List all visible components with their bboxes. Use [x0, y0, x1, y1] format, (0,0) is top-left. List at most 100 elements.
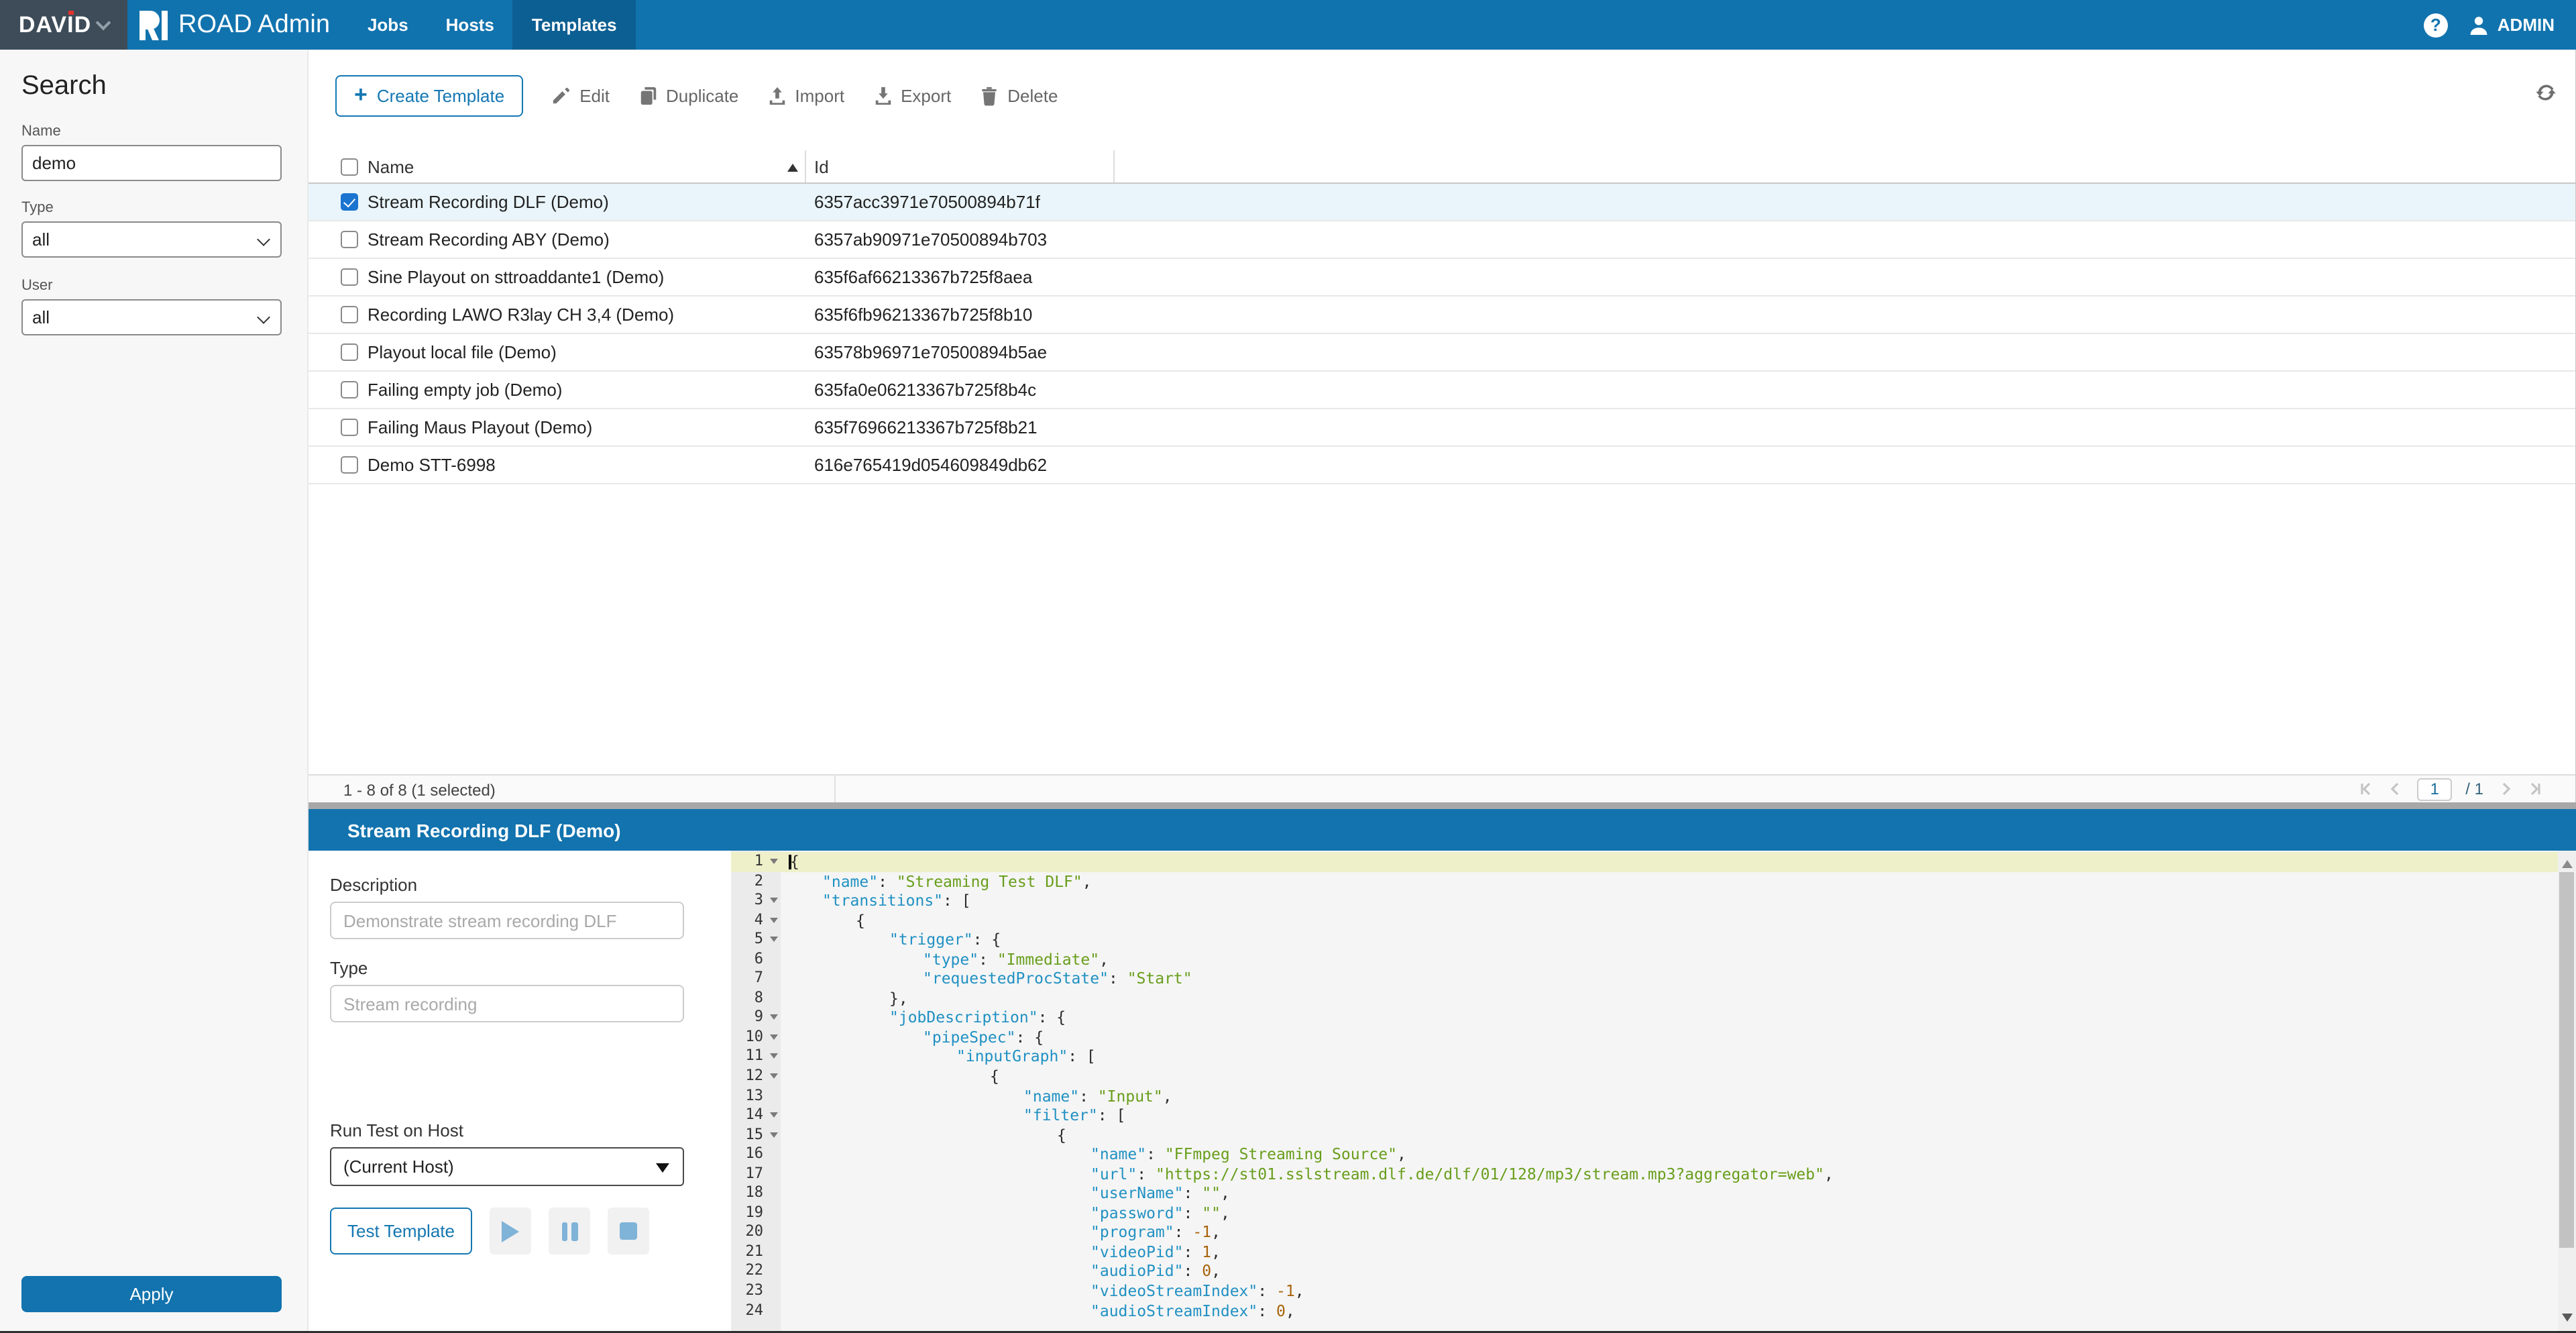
- test-template-button[interactable]: Test Template: [330, 1208, 472, 1255]
- panel-resize-handle[interactable]: [309, 802, 2576, 809]
- code-line[interactable]: 3"transitions": [: [731, 891, 2557, 910]
- code-line[interactable]: 15{: [731, 1125, 2557, 1144]
- first-page-icon[interactable]: [2358, 781, 2374, 797]
- code-line[interactable]: 23"videoStreamIndex": -1,: [731, 1281, 2557, 1301]
- fold-toggle-icon[interactable]: [770, 1034, 778, 1040]
- code-content: "jobDescription": {: [781, 1008, 2557, 1028]
- line-number: 14: [731, 1106, 781, 1125]
- column-header-name[interactable]: Name: [368, 157, 414, 177]
- code-line[interactable]: 13"name": "Input",: [731, 1086, 2557, 1106]
- table-row[interactable]: Stream Recording ABY (Demo)6357ab90971e7…: [309, 221, 2575, 259]
- code-line[interactable]: 22"audioPid": 0,: [731, 1262, 2557, 1281]
- select-all-checkbox[interactable]: [341, 158, 358, 176]
- import-button[interactable]: Import: [767, 86, 844, 106]
- edit-button[interactable]: Edit: [551, 86, 610, 106]
- code-line[interactable]: 24"audioStreamIndex": 0,: [731, 1301, 2557, 1320]
- user-select[interactable]: all: [21, 299, 282, 335]
- stop-icon: [620, 1222, 637, 1240]
- column-divider[interactable]: [1113, 150, 1115, 182]
- scroll-down-icon[interactable]: [2561, 1313, 2572, 1321]
- type-select[interactable]: all: [21, 221, 282, 258]
- line-number: 20: [731, 1223, 781, 1242]
- fold-toggle-icon[interactable]: [770, 1073, 778, 1079]
- code-line[interactable]: 18"userName": "",: [731, 1184, 2557, 1204]
- help-icon[interactable]: ?: [2424, 13, 2448, 37]
- editor-scrollbar[interactable]: [2557, 851, 2576, 1330]
- table-row[interactable]: Playout local file (Demo)63578b96971e705…: [309, 334, 2575, 372]
- application-window: DAVID ROAD Admin Jobs Hosts Templates ? …: [0, 0, 2576, 1333]
- code-line[interactable]: 9"jobDescription": {: [731, 1008, 2557, 1028]
- code-line[interactable]: 16"name": "FFmpeg Streaming Source",: [731, 1144, 2557, 1164]
- row-checkbox[interactable]: [341, 419, 358, 436]
- export-button[interactable]: Export: [873, 86, 951, 106]
- page-number-input[interactable]: 1: [2417, 778, 2452, 800]
- tab-templates[interactable]: Templates: [513, 0, 636, 50]
- scroll-up-icon[interactable]: [2561, 860, 2572, 868]
- row-checkbox[interactable]: [341, 343, 358, 361]
- row-checkbox[interactable]: [341, 306, 358, 323]
- code-line[interactable]: 6"type": "Immediate",: [731, 949, 2557, 969]
- prev-page-icon[interactable]: [2388, 781, 2404, 797]
- row-checkbox-checked[interactable]: [341, 193, 358, 211]
- code-line[interactable]: 17"url": "https://st01.sslstream.dlf.de/…: [731, 1165, 2557, 1184]
- host-select[interactable]: (Current Host): [330, 1147, 684, 1186]
- row-checkbox[interactable]: [341, 231, 358, 248]
- next-page-icon[interactable]: [2497, 781, 2513, 797]
- type-input[interactable]: Stream recording: [330, 985, 684, 1022]
- david-logo-menu[interactable]: DAVID: [0, 0, 127, 50]
- user-menu[interactable]: ADMIN: [2468, 14, 2555, 36]
- last-page-icon[interactable]: [2526, 781, 2542, 797]
- tab-hosts[interactable]: Hosts: [427, 0, 513, 50]
- sort-asc-icon[interactable]: [787, 164, 798, 172]
- code-line[interactable]: 8},: [731, 989, 2557, 1008]
- code-line[interactable]: 1{: [731, 852, 2557, 871]
- play-button[interactable]: [490, 1208, 531, 1255]
- code-line[interactable]: 4{: [731, 910, 2557, 930]
- fold-toggle-icon[interactable]: [770, 859, 778, 864]
- code-line[interactable]: 12{: [731, 1067, 2557, 1086]
- column-header-id[interactable]: Id: [814, 157, 829, 177]
- template-detail-form: Description Demonstrate stream recording…: [309, 851, 731, 1330]
- code-line[interactable]: 11"inputGraph": [: [731, 1047, 2557, 1067]
- code-line[interactable]: 2"name": "Streaming Test DLF",: [731, 871, 2557, 891]
- code-line[interactable]: 5"trigger": {: [731, 930, 2557, 949]
- code-line[interactable]: 21"videoPid": 1,: [731, 1242, 2557, 1262]
- description-input[interactable]: Demonstrate stream recording DLF: [330, 902, 684, 939]
- row-checkbox[interactable]: [341, 456, 358, 474]
- code-line[interactable]: 7"requestedProcState": "Start": [731, 969, 2557, 989]
- stop-button[interactable]: [608, 1208, 649, 1255]
- table-row[interactable]: Stream Recording DLF (Demo)6357acc3971e7…: [309, 184, 2575, 221]
- json-editor[interactable]: 1{2"name": "Streaming Test DLF",3"transi…: [731, 851, 2576, 1330]
- name-search-input[interactable]: demo: [21, 145, 282, 181]
- fold-toggle-icon[interactable]: [770, 1132, 778, 1137]
- cell-template-name: Demo STT-6998: [368, 455, 496, 475]
- fold-toggle-icon[interactable]: [770, 1015, 778, 1020]
- apply-button[interactable]: Apply: [21, 1275, 282, 1312]
- table-row[interactable]: Recording LAWO R3lay CH 3,4 (Demo)635f6f…: [309, 297, 2575, 334]
- code-line[interactable]: 14"filter": [: [731, 1106, 2557, 1125]
- table-row[interactable]: Sine Playout on sttroaddante1 (Demo)635f…: [309, 259, 2575, 297]
- delete-button[interactable]: Delete: [979, 86, 1058, 106]
- row-checkbox[interactable]: [341, 268, 358, 286]
- template-table-body: Stream Recording DLF (Demo)6357acc3971e7…: [309, 184, 2575, 484]
- code-line[interactable]: 19"password": "",: [731, 1204, 2557, 1223]
- column-divider[interactable]: [805, 150, 806, 182]
- tab-jobs[interactable]: Jobs: [349, 0, 427, 50]
- fold-toggle-icon[interactable]: [770, 898, 778, 903]
- scrollbar-thumb[interactable]: [2559, 872, 2574, 1248]
- line-number: 12: [731, 1067, 781, 1086]
- fold-toggle-icon[interactable]: [770, 1112, 778, 1118]
- code-line[interactable]: 20"program": -1,: [731, 1223, 2557, 1242]
- row-checkbox[interactable]: [341, 381, 358, 398]
- table-row[interactable]: Failing empty job (Demo)635fa0e06213367b…: [309, 372, 2575, 409]
- table-row[interactable]: Failing Maus Playout (Demo)635f769662133…: [309, 409, 2575, 447]
- table-row[interactable]: Demo STT-6998616e765419d054609849db62: [309, 447, 2575, 484]
- code-line[interactable]: 10"pipeSpec": {: [731, 1028, 2557, 1047]
- create-template-button[interactable]: + Create Template: [335, 75, 523, 117]
- pause-button[interactable]: [549, 1208, 590, 1255]
- fold-toggle-icon[interactable]: [770, 937, 778, 942]
- fold-toggle-icon[interactable]: [770, 1054, 778, 1059]
- duplicate-button[interactable]: Duplicate: [638, 86, 738, 106]
- fold-toggle-icon[interactable]: [770, 917, 778, 922]
- refresh-button[interactable]: [2534, 82, 2556, 110]
